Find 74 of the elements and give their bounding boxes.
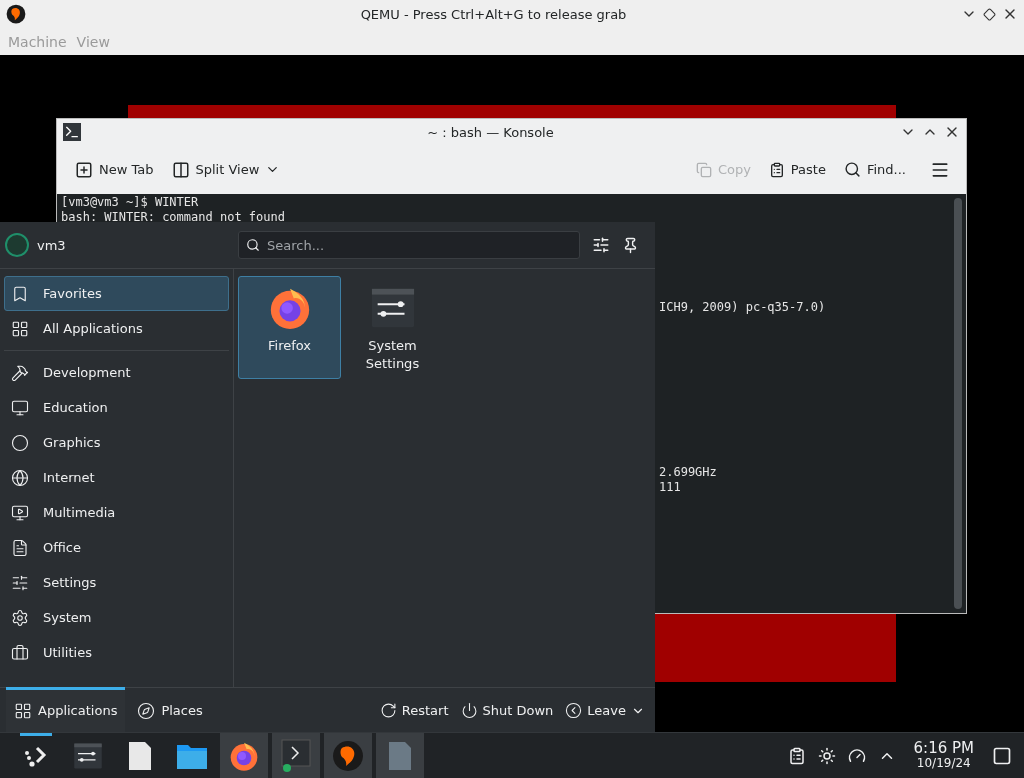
document-icon	[388, 740, 412, 771]
bookmark-icon	[11, 284, 29, 303]
terminal-line: 2.699GHz	[659, 464, 717, 479]
konsole-title: ~ : bash — Konsole	[426, 124, 555, 140]
sliders-icon	[592, 236, 610, 254]
monitor-icon	[11, 398, 29, 417]
search-icon	[843, 161, 861, 178]
session-button[interactable]: Leave	[561, 702, 649, 719]
search-field[interactable]: Search...	[238, 231, 580, 259]
maximize-icon[interactable]	[983, 7, 996, 21]
circle-icon	[11, 433, 29, 452]
globe-icon	[11, 468, 29, 487]
window-title: QEMU - Press Ctrl+Alt+G to release grab	[359, 6, 628, 22]
terminal-line: ICH9, 2009) pc-q35-7.0)	[659, 300, 826, 314]
show-desktop-icon[interactable]	[992, 745, 1012, 766]
sliders-icon	[11, 573, 29, 592]
category-item[interactable]: Utilities	[4, 635, 229, 670]
category-item[interactable]: Multimedia	[4, 495, 229, 530]
toolbar-button[interactable]: Find...	[837, 157, 912, 182]
search-icon	[246, 238, 260, 252]
briefcase-icon	[11, 643, 29, 662]
app-tile[interactable]: Firefox	[238, 276, 341, 379]
terminal-line: 111	[659, 480, 681, 494]
category-item[interactable]: Graphics	[4, 425, 229, 460]
terminal-icon	[281, 738, 311, 773]
qemu-icon	[332, 739, 364, 772]
category-item[interactable]: Settings	[4, 565, 229, 600]
qemu-logo-icon	[6, 4, 26, 24]
category-item[interactable]: Education	[4, 390, 229, 425]
power-icon	[460, 702, 478, 719]
session-button[interactable]: Restart	[375, 702, 453, 719]
terminal-line: bash: WINTER: command not found	[61, 209, 285, 224]
app-tile[interactable]: System Settings	[341, 276, 444, 379]
category-item[interactable]: Development	[4, 355, 229, 390]
category-item[interactable]: Office	[4, 530, 229, 565]
restart-icon	[379, 702, 397, 719]
blank-file-icon	[128, 740, 152, 771]
gauge-icon[interactable]	[847, 746, 866, 765]
category-item[interactable]: Favorites	[4, 276, 229, 311]
clipboard-icon[interactable]	[787, 746, 806, 765]
toolbar-button[interactable]: Split View	[165, 156, 287, 183]
active-indicator	[20, 733, 52, 736]
document-icon	[11, 538, 29, 557]
grid-icon	[14, 701, 32, 720]
app-label: Firefox	[268, 337, 311, 355]
taskbar-button[interactable]	[324, 733, 372, 778]
terminal-app-icon	[63, 123, 81, 141]
clock-time: 6:16 PM	[913, 740, 974, 756]
session-button[interactable]: Shut Down	[456, 702, 558, 719]
clipboard-icon	[768, 161, 785, 178]
footer-tab[interactable]: Places	[129, 686, 211, 732]
user-name: vm3	[37, 237, 66, 253]
clock-date: 10/19/24	[916, 755, 971, 771]
category-item[interactable]: System	[4, 600, 229, 635]
new-tab-icon	[75, 160, 93, 179]
toolbar-button[interactable]: New Tab	[69, 156, 160, 183]
terminal-line: [vm3@vm3 ~]$ WINTER	[61, 195, 199, 209]
clock[interactable]: 6:16 PM 10/19/24	[913, 740, 974, 771]
gear-icon	[11, 608, 29, 627]
brightness-icon[interactable]	[817, 746, 836, 765]
category-item[interactable]: All Applications	[4, 311, 229, 346]
app-label: System Settings	[364, 337, 421, 373]
scrollbar[interactable]	[954, 198, 962, 609]
media-monitor-icon	[11, 503, 29, 522]
split-view-icon	[171, 160, 190, 179]
footer-tab[interactable]: Applications	[6, 686, 126, 732]
hammer-icon	[11, 363, 29, 382]
toolbar-button[interactable]: Paste	[762, 157, 832, 182]
pin-icon	[622, 236, 639, 254]
category-item[interactable]: Internet	[4, 460, 229, 495]
grid-icon	[11, 319, 29, 338]
compass-icon	[137, 701, 156, 720]
user-avatar[interactable]	[5, 233, 29, 257]
copy-icon	[695, 161, 712, 178]
